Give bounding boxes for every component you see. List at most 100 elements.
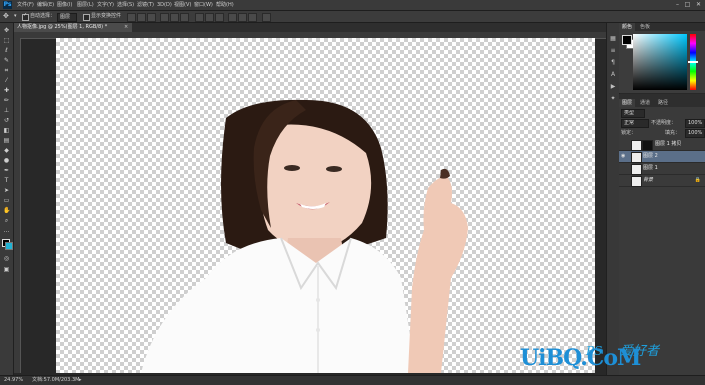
align-right-button[interactable] [180,13,189,22]
actions-panel-icon[interactable]: ▶ [609,83,617,90]
layer-row[interactable]: 背景 🔒 [619,175,705,187]
fill-input[interactable]: 100% [685,129,705,138]
distribute-top-button[interactable] [195,13,204,22]
layer-row[interactable]: 图层 1 拷贝 [619,139,705,151]
document-tab[interactable]: 人物抠像.jpg @ 25%(图层 1, RGB/8) * [14,23,132,32]
marquee-tool-icon[interactable]: ⬚ [3,37,10,44]
zoom-level[interactable]: 24.97% [4,377,23,384]
hue-slider-handle[interactable] [688,61,698,63]
menu-image[interactable]: 图像(I) [57,1,72,9]
layer-filter-dropdown[interactable]: 类型 [621,109,645,118]
minimize-button[interactable]: – [674,1,681,8]
move-tool-icon[interactable]: ✥ [3,12,9,20]
auto-select-label: 自动选择： [30,13,56,19]
menu-window[interactable]: 窗口(W) [194,1,213,9]
auto-align-button[interactable] [262,13,271,22]
layer-row-selected[interactable]: ◉ 图层 2 [619,151,705,163]
visibility-off-icon[interactable] [621,141,627,148]
menu-help[interactable]: 帮助(H) [216,1,234,9]
character-panel-icon[interactable]: A [609,71,617,78]
lasso-tool-icon[interactable]: ℓ [3,47,10,54]
distribute-vcenter-button[interactable] [205,13,214,22]
opacity-input[interactable]: 100% [685,119,705,128]
menu-edit[interactable]: 编辑(E) [37,1,54,9]
distribute-left-button[interactable] [228,13,237,22]
tab-paths[interactable]: 路径 [655,99,671,107]
tab-color[interactable]: 颜色 [619,23,636,31]
align-vcenter-button[interactable] [137,13,146,22]
align-top-button[interactable] [127,13,136,22]
gradient-tool-icon[interactable]: ▤ [3,137,10,144]
menu-select[interactable]: 选择(S) [117,1,134,9]
layer-thumbnail [631,164,642,175]
vertical-ruler [14,38,21,373]
hand-tool-icon[interactable]: ✋ [3,207,10,214]
quick-select-tool-icon[interactable]: ✎ [3,57,10,64]
layer-name[interactable]: 图层 1 [643,163,658,174]
blend-mode-dropdown[interactable]: 正常 [621,119,649,128]
eyedropper-tool-icon[interactable]: ⁄ [3,77,10,84]
layer-mask-thumbnail[interactable] [642,140,653,151]
layer-name[interactable]: 背景 [643,175,653,186]
type-tool-icon[interactable]: T [3,177,10,184]
brush-tool-icon[interactable]: ✏ [3,97,10,104]
layer-row[interactable]: 图层 1 [619,163,705,175]
tab-swatches[interactable]: 色板 [637,23,653,31]
healing-brush-tool-icon[interactable]: ✚ [3,87,10,94]
history-brush-tool-icon[interactable]: ↺ [3,117,10,124]
auto-select-checkbox[interactable] [22,12,29,21]
distribute-right-button[interactable] [248,13,257,22]
history-panel-icon[interactable]: ▦ [609,35,617,42]
blur-tool-icon[interactable]: ◆ [3,147,10,154]
show-transform-checkbox[interactable] [83,14,90,21]
pen-tool-icon[interactable]: ✒ [3,167,10,174]
shape-tool-icon[interactable]: ▭ [3,197,10,204]
distribute-bottom-button[interactable] [215,13,224,22]
eraser-tool-icon[interactable]: ◧ [3,127,10,134]
lock-row: 锁定： 填充： 100% [621,129,705,138]
status-menu-arrow-icon[interactable]: ▸ [79,377,82,384]
layer-name[interactable]: 图层 2 [643,151,658,162]
layer-name[interactable]: 图层 1 拷贝 [655,139,681,150]
tool-preset-dropdown-icon[interactable]: ▾ [14,12,17,20]
visibility-off-icon[interactable] [621,165,627,172]
maximize-button[interactable]: □ [684,1,691,8]
properties-panel-icon[interactable]: ≡ [609,47,617,54]
move-tool-icon[interactable]: ✥ [3,27,10,34]
foreground-color-chip[interactable] [622,35,632,45]
align-hcenter-button[interactable] [170,13,179,22]
menu-3d[interactable]: 3D(D) [157,1,172,9]
menu-layer[interactable]: 图层(L) [77,1,94,9]
menu-type[interactable]: 文字(Y) [97,1,114,9]
more-tools-icon[interactable]: … [3,227,10,234]
distribute-hcenter-button[interactable] [238,13,247,22]
eye-icon[interactable]: ◉ [621,153,627,160]
screen-mode-icon[interactable]: ▣ [3,266,10,273]
dodge-tool-icon[interactable]: ● [3,157,10,164]
close-window-button[interactable]: ✕ [695,1,702,8]
path-select-tool-icon[interactable]: ➤ [3,187,10,194]
menu-filter[interactable]: 滤镜(T) [137,1,154,9]
visibility-off-icon[interactable] [621,177,627,184]
layers-panel: 图层 通道 路径 类型 正常 不透明度： 100% 锁定： 填充： 100% 图… [619,99,705,375]
lock-icon: 🔒 [694,177,701,183]
align-left-button[interactable] [160,13,169,22]
menu-file[interactable]: 文件(F) [17,1,34,9]
document-canvas[interactable] [56,38,595,373]
auto-select-dropdown[interactable]: 图层 [57,13,77,22]
align-bottom-button[interactable] [147,13,156,22]
color-picker-field[interactable] [633,34,687,90]
tab-channels[interactable]: 通道 [637,99,653,107]
clone-stamp-tool-icon[interactable]: ⊥ [3,107,10,114]
document-size-info[interactable]: 文档:57.0M/203.3M [32,377,79,384]
zoom-tool-icon[interactable]: ⌕ [3,217,10,224]
paragraph-panel-icon[interactable]: ¶ [609,59,617,66]
tab-layers[interactable]: 图层 [619,99,636,107]
background-color-swatch[interactable] [5,242,13,250]
brush-panel-icon[interactable]: ✦ [609,95,617,102]
options-bar: ✥ ▾ 自动选择： 图层 显示变换控件 [0,11,705,23]
close-tab-icon[interactable]: × [124,23,128,32]
crop-tool-icon[interactable]: ⌗ [3,67,10,74]
menu-view[interactable]: 视图(V) [174,1,191,9]
quick-mask-icon[interactable]: ◎ [3,255,10,262]
